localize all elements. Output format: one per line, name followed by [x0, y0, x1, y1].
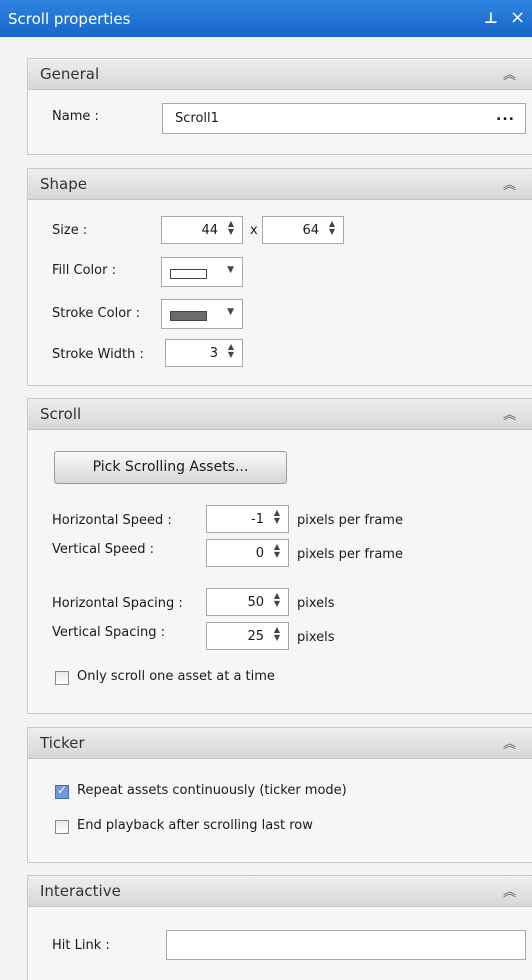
height-value: 64 — [302, 223, 319, 238]
checkmark-icon: ✓ — [57, 783, 68, 797]
stroke-color-dropdown[interactable]: ▼ — [161, 299, 243, 329]
fill-color-dropdown[interactable]: ▼ — [161, 257, 243, 287]
scroll-section: Scroll ︽ Pick Scrolling Assets... Horizo… — [27, 398, 532, 714]
end-playback-label[interactable]: End playback after scrolling last row — [77, 818, 313, 833]
interactive-section-header[interactable]: Interactive ︽ — [28, 876, 532, 907]
horizontal-spacing-unit: pixels — [297, 596, 335, 611]
collapse-chevron-icon[interactable]: ︽ — [503, 881, 516, 900]
scroll-section-header[interactable]: Scroll ︽ — [28, 399, 532, 430]
horizontal-speed-value: -1 — [251, 512, 264, 527]
shape-section: Shape ︽ Size : 44 ▲ ▼ x 64 ▲ ▼ Fill Color … — [27, 168, 532, 386]
fill-color-label: Fill Color : — [52, 263, 116, 278]
collapse-chevron-icon[interactable]: ︽ — [503, 174, 516, 193]
only-one-asset-label[interactable]: Only scroll one asset at a time — [77, 669, 275, 684]
pick-scrolling-assets-button[interactable]: Pick Scrolling Assets... — [54, 451, 287, 484]
width-stepper[interactable]: 44 ▲ ▼ — [161, 216, 243, 244]
hit-link-label: Hit Link : — [52, 938, 110, 953]
horizontal-speed-unit: pixels per frame — [297, 513, 403, 528]
vertical-spacing-spin-icon[interactable]: ▲ ▼ — [272, 626, 282, 644]
vertical-speed-unit: pixels per frame — [297, 547, 403, 562]
vertical-speed-stepper[interactable]: 0 ▲ ▼ — [206, 539, 289, 567]
browse-button[interactable]: ... — [496, 108, 515, 124]
collapse-chevron-icon[interactable]: ︽ — [503, 733, 516, 752]
only-one-asset-checkbox[interactable] — [55, 671, 69, 685]
repeat-assets-checkbox[interactable]: ✓ — [55, 783, 69, 799]
stroke-width-value: 3 — [209, 346, 218, 361]
general-section: General ︽ Name : Scroll1 ... — [27, 58, 532, 155]
scroll-section-title: Scroll — [40, 405, 82, 423]
interactive-section: Interactive ︽ Hit Link : — [27, 875, 532, 980]
vertical-spacing-stepper[interactable]: 25 ▲ ▼ — [206, 622, 289, 650]
name-label: Name : — [52, 109, 99, 124]
horizontal-spacing-stepper[interactable]: 50 ▲ ▼ — [206, 588, 289, 616]
pick-scrolling-assets-label: Pick Scrolling Assets... — [92, 459, 249, 475]
vertical-spacing-label: Vertical Spacing : — [52, 625, 166, 640]
repeat-assets-label[interactable]: Repeat assets continuously (ticker mode) — [77, 783, 347, 798]
stroke-width-stepper[interactable]: 3 ▲ ▼ — [165, 339, 243, 367]
width-spin-icon[interactable]: ▲ ▼ — [226, 220, 236, 238]
fill-color-swatch — [170, 269, 207, 279]
width-value: 44 — [201, 223, 218, 238]
vertical-spacing-unit: pixels — [297, 630, 335, 645]
vertical-speed-value: 0 — [255, 546, 264, 561]
name-value: Scroll1 — [175, 111, 219, 126]
name-field[interactable]: Scroll1 ... — [162, 103, 526, 134]
hit-link-input[interactable] — [166, 930, 526, 960]
interactive-section-title: Interactive — [40, 882, 121, 900]
height-stepper[interactable]: 64 ▲ ▼ — [262, 216, 344, 244]
stroke-width-spin-icon[interactable]: ▲ ▼ — [226, 343, 236, 361]
panel-titlebar: Scroll properties ⊥ × — [0, 0, 532, 37]
horizontal-speed-stepper[interactable]: -1 ▲ ▼ — [206, 505, 289, 533]
size-label: Size : — [52, 223, 88, 238]
collapse-chevron-icon[interactable]: ︽ — [503, 404, 516, 423]
chevron-down-icon: ▼ — [227, 265, 234, 275]
horizontal-spacing-label: Horizontal Spacing : — [52, 596, 183, 611]
stroke-color-label: Stroke Color : — [52, 306, 141, 321]
horizontal-speed-label: Horizontal Speed : — [52, 513, 172, 528]
stroke-width-label: Stroke Width : — [52, 347, 144, 362]
panel-title: Scroll properties — [8, 10, 131, 28]
ticker-section-header[interactable]: Ticker ︽ — [28, 728, 532, 759]
shape-section-title: Shape — [40, 175, 87, 193]
close-icon[interactable]: × — [510, 7, 525, 28]
horizontal-speed-spin-icon[interactable]: ▲ ▼ — [272, 509, 282, 527]
ticker-section: Ticker ︽ ✓ Repeat assets continuously (t… — [27, 727, 532, 863]
pin-icon[interactable]: ⊥ — [484, 9, 498, 27]
end-playback-checkbox[interactable] — [55, 820, 69, 834]
horizontal-spacing-value: 50 — [247, 595, 264, 610]
height-spin-icon[interactable]: ▲ ▼ — [327, 220, 337, 238]
vertical-spacing-value: 25 — [247, 629, 264, 644]
vertical-speed-label: Vertical Speed : — [52, 542, 155, 557]
horizontal-spacing-spin-icon[interactable]: ▲ ▼ — [272, 592, 282, 610]
ticker-section-title: Ticker — [40, 734, 85, 752]
shape-section-header[interactable]: Shape ︽ — [28, 169, 532, 200]
size-separator: x — [250, 223, 258, 238]
general-section-header[interactable]: General ︽ — [28, 59, 532, 90]
general-section-title: General — [40, 65, 100, 83]
chevron-down-icon: ▼ — [227, 307, 234, 317]
collapse-chevron-icon[interactable]: ︽ — [503, 64, 516, 83]
vertical-speed-spin-icon[interactable]: ▲ ▼ — [272, 543, 282, 561]
stroke-color-swatch — [170, 311, 207, 321]
